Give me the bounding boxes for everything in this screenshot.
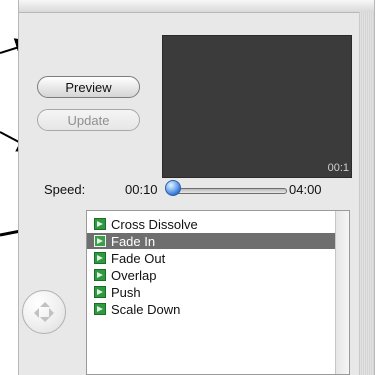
- speed-slider-knob[interactable]: [165, 180, 181, 196]
- list-item[interactable]: Scale Down: [87, 301, 336, 317]
- arrow-up-icon[interactable]: [40, 297, 50, 307]
- list-item[interactable]: Fade Out: [87, 250, 336, 266]
- push-icon: [94, 286, 106, 298]
- speed-min-value: 00:10: [125, 182, 158, 197]
- list-item-label: Overlap: [111, 267, 157, 283]
- scale-down-icon: [94, 303, 106, 315]
- list-item-label: Fade In: [111, 233, 156, 249]
- list-item[interactable]: Push: [87, 284, 336, 300]
- list-item[interactable]: Overlap: [87, 267, 336, 283]
- overlap-icon: [94, 269, 106, 281]
- transitions-list[interactable]: Cross Dissolve Fade In Fade Out Overlap …: [86, 210, 350, 375]
- panel-top-strip: [19, 0, 374, 13]
- timecode-label: 00:1: [327, 162, 349, 174]
- speed-max-value: 04:00: [289, 182, 322, 197]
- update-button[interactable]: Update: [37, 109, 140, 131]
- list-item[interactable]: Cross Dissolve: [87, 216, 336, 232]
- fade-out-icon: [94, 252, 106, 264]
- preview-button-label: Preview: [65, 79, 112, 95]
- list-item-label: Fade Out: [111, 250, 166, 266]
- update-button-label: Update: [67, 112, 110, 128]
- list-item-label: Cross Dissolve: [111, 216, 198, 232]
- list-item-label: Scale Down: [111, 301, 181, 317]
- cross-dissolve-icon: [94, 218, 106, 230]
- list-item-selected[interactable]: Fade In: [87, 233, 336, 249]
- fade-in-icon: [94, 235, 106, 247]
- list-item-label: Push: [111, 284, 141, 300]
- list-scrollbar[interactable]: [335, 211, 349, 374]
- navigation-pad[interactable]: [22, 290, 66, 334]
- speed-slider-track[interactable]: [167, 188, 287, 194]
- arrow-down-icon[interactable]: [40, 317, 50, 327]
- speed-label: Speed:: [44, 182, 86, 197]
- arrow-right-icon[interactable]: [49, 308, 59, 318]
- arrow-left-icon[interactable]: [29, 308, 39, 318]
- preview-monitor: 00:1: [162, 35, 352, 178]
- preview-button[interactable]: Preview: [37, 76, 140, 98]
- panel-side-scroll-stripe: [359, 12, 374, 375]
